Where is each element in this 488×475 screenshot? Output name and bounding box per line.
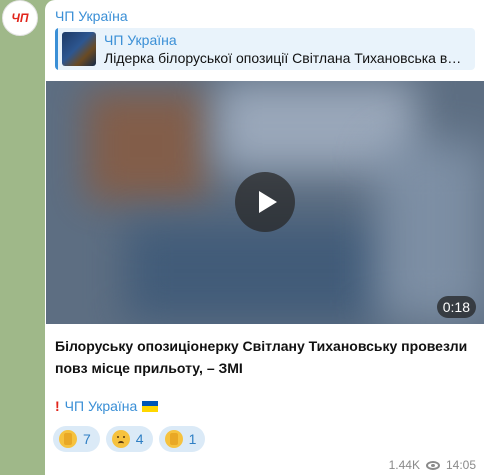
reply-author: ЧП Україна [104, 32, 177, 48]
reaction-thumbs-down[interactable]: 7 [53, 426, 100, 452]
reactions-bar: 7 4 1 [53, 426, 206, 452]
reply-text: Лідерка білоруської опозиції Світлана Ти… [104, 50, 462, 66]
play-button[interactable] [235, 172, 295, 232]
channel-name[interactable]: ЧП Україна [55, 8, 128, 24]
reply-accent-bar [55, 28, 58, 70]
play-icon [259, 191, 277, 213]
video-frame-blur [126, 221, 386, 321]
exclamation-icon: ! [55, 398, 60, 414]
sad-face-icon [111, 430, 130, 448]
post-signature: ! ЧП Україна [55, 398, 159, 414]
message-bubble: ЧП Україна ЧП Україна Лідерка білорусько… [45, 0, 488, 475]
reply-thumbnail [62, 32, 96, 66]
signature-link[interactable]: ЧП Україна [65, 398, 138, 414]
thumbs-up-icon [164, 430, 183, 448]
channel-avatar[interactable]: ЧП [2, 0, 38, 36]
reply-preview[interactable]: ЧП Україна Лідерка білоруської опозиції … [55, 28, 475, 70]
view-count: 1.44K [388, 458, 420, 472]
reaction-sad-face[interactable]: 4 [105, 426, 153, 452]
reaction-count: 4 [135, 431, 144, 447]
avatar-text: ЧП [11, 11, 29, 25]
message-time: 14:05 [445, 458, 476, 472]
video-player[interactable]: 0:18 [46, 81, 484, 324]
eye-icon [425, 460, 440, 470]
reaction-count: 1 [188, 431, 197, 447]
video-frame-blur [376, 141, 484, 321]
reaction-count: 7 [83, 431, 91, 447]
post-caption: Білоруську опозиціонерку Світлану Тихано… [55, 338, 468, 376]
reaction-thumbs-up[interactable]: 1 [158, 426, 206, 452]
thumbs-down-icon [59, 430, 77, 448]
ukraine-flag-icon [142, 400, 159, 412]
message-meta: 1.44K 14:05 [389, 458, 476, 472]
video-frame-blur [86, 91, 206, 201]
video-duration: 0:18 [436, 296, 476, 318]
